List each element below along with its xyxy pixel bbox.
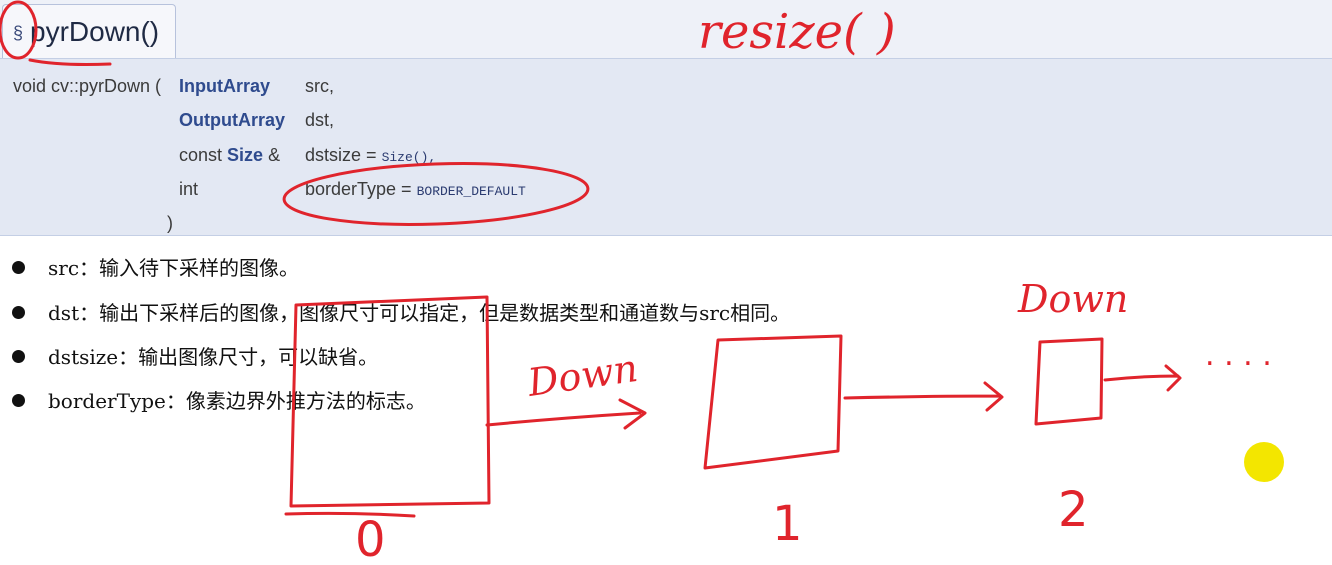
list-item: src：输入待下采样的图像。 [12, 252, 299, 281]
level-2-box [1034, 337, 1104, 426]
param-name: src, [305, 76, 334, 96]
arrow-icon [485, 398, 647, 430]
doc-header: § pyrDown() [0, 0, 1332, 59]
level-number: 0 [355, 512, 386, 565]
param-name: dstsize = Size(), [305, 145, 436, 166]
level-1-box [703, 334, 843, 470]
level-number: 1 [772, 496, 803, 552]
bullet-icon [12, 394, 25, 407]
arrow-icon [1103, 364, 1182, 392]
param-type-link[interactable]: Size [227, 145, 263, 165]
prototype-close: ) [167, 213, 173, 233]
handwritten-label: Down [1017, 277, 1128, 321]
list-item: dstsize：输出图像尺寸，可以缺省。 [12, 341, 378, 370]
param-name: dst, [305, 110, 335, 130]
param-type-link[interactable]: InputArray [179, 76, 270, 97]
list-item-text: dstsize：输出图像尺寸，可以缺省。 [48, 345, 379, 369]
param-type-link[interactable]: OutputArray [179, 110, 285, 131]
function-title: pyrDown() [30, 16, 160, 47]
param-type-suffix: & [263, 145, 281, 165]
arrow-icon [843, 381, 1004, 412]
list-item-text: src：输入待下采样的图像。 [48, 256, 300, 280]
param-default: Size(), [381, 150, 437, 165]
param-type: const Size & [179, 145, 280, 166]
handwritten-label: Down [524, 346, 640, 405]
list-item-text: dst：输出下采样后的图像，图像尺寸可以指定，但是数据类型和通道数与src相同。 [48, 301, 791, 325]
list-item: dst：输出下采样后的图像，图像尺寸可以指定，但是数据类型和通道数与src相同。 [12, 297, 790, 326]
level-0-underline [284, 511, 416, 518]
list-item-text: borderType：像素边界外推方法的标志。 [48, 389, 426, 413]
param-name-text: dstsize = [305, 145, 377, 165]
list-item: borderType：像素边界外推方法的标志。 [12, 385, 426, 414]
cursor-highlight-icon [1244, 442, 1284, 482]
param-name: borderType = BORDER_DEFAULT [305, 179, 526, 200]
param-type: int [179, 179, 199, 199]
ellipsis-annotation: . . . . [1205, 338, 1272, 373]
section-icon: § [13, 23, 24, 43]
bullet-icon [12, 261, 25, 274]
bullet-icon [12, 350, 25, 363]
level-number: 2 [1058, 482, 1089, 538]
function-tab[interactable]: § pyrDown() [2, 4, 176, 58]
param-name-text: borderType = [305, 179, 412, 199]
prototype-prefix: void cv::pyrDown ( [13, 76, 162, 96]
function-prototype: void cv::pyrDown ( InputArray src, Outpu… [0, 59, 1332, 236]
param-default: BORDER_DEFAULT [416, 184, 526, 199]
bullet-icon [12, 306, 25, 319]
param-type-prefix: const [179, 145, 228, 165]
